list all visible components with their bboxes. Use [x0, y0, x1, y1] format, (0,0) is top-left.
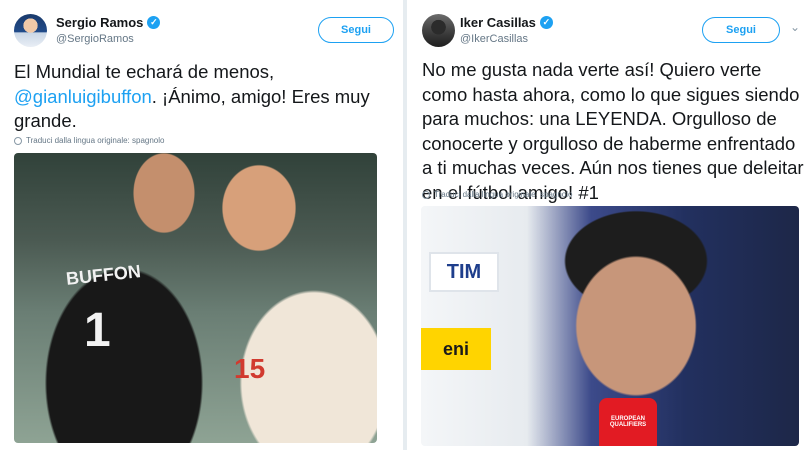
tweet-text: No me gusta nada verte así! Quiero verte… [422, 59, 804, 203]
author-row: Sergio Ramos ✓ [56, 15, 161, 30]
chevron-down-icon[interactable]: ⌄ [788, 20, 802, 34]
handle[interactable]: @IkerCasillas [460, 33, 528, 45]
jersey-name: BUFFON [65, 261, 142, 289]
sponsor-board: eni [421, 328, 491, 370]
avatar[interactable] [422, 14, 455, 47]
tweet-sergio-ramos: Sergio Ramos ✓ @SergioRamos Segui El Mun… [0, 0, 400, 450]
follow-button[interactable]: Segui [702, 17, 780, 43]
jersey-number: 1 [84, 304, 111, 357]
display-name[interactable]: Iker Casillas [460, 15, 536, 30]
avatar[interactable] [14, 14, 47, 47]
follow-button[interactable]: Segui [318, 17, 394, 43]
tweet-text-part: El Mundial te echará de menos, [14, 61, 275, 82]
globe-icon [422, 190, 430, 199]
tweet-iker-casillas: Iker Casillas ✓ @IkerCasillas Segui ⌄ No… [410, 0, 810, 450]
mention-link[interactable]: @gianluigibuffon [14, 86, 152, 107]
sponsor-board: TIM [429, 252, 499, 292]
verified-badge-icon: ✓ [147, 16, 161, 29]
verified-badge-icon: ✓ [539, 16, 553, 29]
globe-icon [14, 136, 22, 145]
display-name[interactable]: Sergio Ramos [56, 15, 143, 30]
translate-link[interactable]: Traduci dalla lingua originale: spagnolo [14, 136, 164, 145]
translate-label: Traduci dalla lingua originale: spagnolo [434, 190, 573, 199]
translate-link[interactable]: Traduci dalla lingua originale: spagnolo [422, 190, 572, 199]
jersey-number: 15 [234, 353, 266, 384]
author-row: Iker Casillas ✓ [460, 15, 553, 30]
divider [403, 0, 407, 450]
tweet-photo[interactable]: BUFFON 1 15 [14, 153, 377, 443]
tweet-text: El Mundial te echará de menos, @gianluig… [14, 60, 398, 134]
translate-label: Traduci dalla lingua originale: spagnolo [26, 136, 165, 145]
handle[interactable]: @SergioRamos [56, 33, 134, 45]
microphone: EUROPEAN QUALIFIERS [599, 398, 657, 446]
tweet-photo[interactable]: TIM eni EUROPEAN QUALIFIERS [421, 206, 799, 446]
